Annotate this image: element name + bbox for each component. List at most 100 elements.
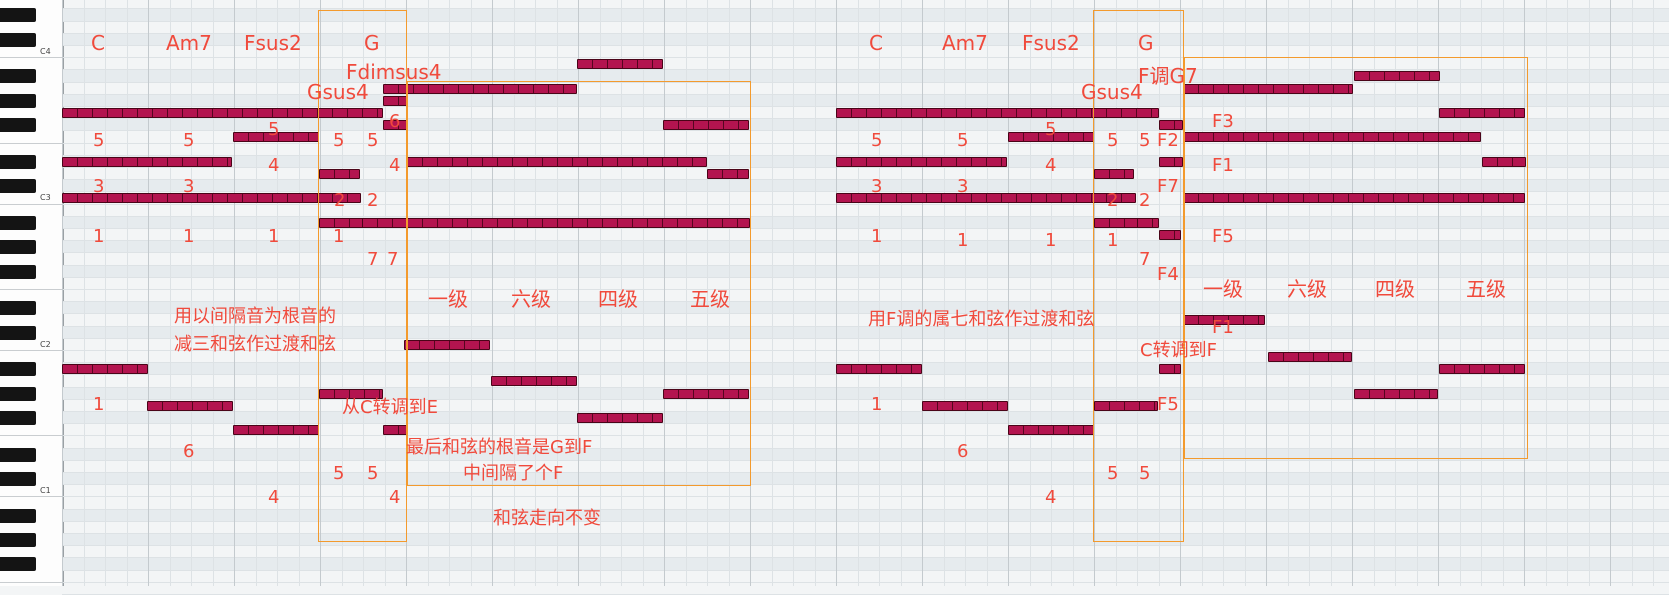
white-key-divider: [0, 350, 62, 351]
right-degree-label: 3: [871, 176, 883, 197]
right-degree-label: 1: [1045, 230, 1057, 251]
grid-row: [62, 473, 1669, 486]
right-modulation-box: [1184, 57, 1528, 459]
grid-beat-line: [1567, 0, 1568, 586]
left-degree-label: 1: [93, 226, 105, 247]
black-key[interactable]: [0, 557, 36, 572]
midi-note[interactable]: [836, 364, 922, 375]
grid-beat-line: [1072, 0, 1074, 586]
left-degree-label: 4: [268, 155, 280, 176]
midi-note[interactable]: [233, 425, 319, 436]
right-chord-fsus2: Fsus2: [1022, 31, 1080, 55]
right-degree-4: 四级: [1375, 277, 1415, 301]
grid-beat-line: [212, 0, 214, 586]
left-root-text-line1: 最后和弦的根音是G到F: [406, 437, 593, 458]
black-key[interactable]: [0, 264, 36, 279]
midi-note[interactable]: [922, 400, 1008, 411]
black-key[interactable]: [0, 179, 36, 194]
grid-row: [62, 546, 1669, 559]
left-direction-text: 和弦走向不变: [493, 508, 601, 529]
grid-row: [62, 571, 1669, 583]
midi-note[interactable]: [1008, 425, 1094, 436]
black-key[interactable]: [0, 154, 36, 169]
black-key[interactable]: [0, 301, 36, 316]
left-degree-4: 四级: [598, 287, 638, 311]
octave-label: C3: [40, 193, 51, 203]
octave-label: C1: [40, 486, 51, 496]
left-degree-label: 6: [389, 111, 401, 132]
grid-row: [62, 33, 1669, 46]
midi-note[interactable]: [577, 59, 663, 70]
right-degree-label: 5: [1107, 130, 1119, 151]
grid-row: [62, 461, 1669, 473]
left-degree-label: 4: [389, 487, 401, 508]
black-key[interactable]: [0, 362, 36, 377]
black-key[interactable]: [0, 240, 36, 255]
midi-note[interactable]: [147, 400, 233, 411]
grid-beat-line: [234, 0, 235, 586]
black-key[interactable]: [0, 93, 36, 108]
grid-beat-line: [105, 0, 106, 586]
black-key[interactable]: [0, 447, 36, 462]
grid-row: [62, 22, 1669, 34]
black-key[interactable]: [0, 508, 36, 523]
grid-row: [62, 9, 1669, 22]
black-key[interactable]: [0, 325, 36, 340]
grid-beat-line: [148, 0, 149, 586]
midi-note[interactable]: [62, 364, 148, 375]
grid-beat-line: [771, 0, 773, 586]
grid-beat-line: [900, 0, 902, 586]
right-degree-label: 5: [871, 130, 883, 151]
octave-label: C4: [40, 47, 51, 56]
right-degree-label: 5: [1139, 463, 1151, 484]
right-chord-am7: Am7: [942, 31, 988, 55]
grid-row: [62, 522, 1669, 534]
right-degree-label: 5: [1139, 130, 1151, 151]
right-f-label: F5: [1212, 226, 1234, 247]
grid-beat-line: [879, 0, 880, 586]
left-degree-label: 5: [93, 130, 105, 151]
white-key-divider: [0, 496, 62, 498]
midi-note[interactable]: [62, 156, 232, 167]
left-explanation-line1: 用以间隔音为根音的: [174, 306, 336, 327]
grid-beat-line: [1029, 0, 1031, 586]
black-key[interactable]: [0, 8, 36, 23]
right-f-label: F7: [1157, 176, 1179, 197]
black-key[interactable]: [0, 411, 36, 425]
left-degree-label: 7: [367, 249, 379, 270]
black-key[interactable]: [0, 215, 36, 230]
grid-beat-line: [83, 0, 85, 586]
right-f-label: F1: [1212, 317, 1234, 338]
octave-label: C2: [40, 339, 51, 349]
black-key[interactable]: [0, 32, 36, 47]
piano-keyboard[interactable]: C4 C3 C2 C1: [0, 0, 64, 586]
grid-beat-line: [943, 0, 945, 586]
left-modulation-text: 从C转调到E: [342, 397, 438, 418]
right-chord-c: C: [869, 31, 883, 55]
left-degree-label: 1: [183, 226, 195, 247]
black-key[interactable]: [0, 118, 36, 133]
right-f-label: F4: [1157, 264, 1179, 285]
left-degree-5: 五级: [690, 287, 730, 311]
right-chord-g: G: [1138, 31, 1154, 55]
white-key-divider: [0, 142, 62, 144]
black-key[interactable]: [0, 69, 36, 84]
right-degree-label: 1: [1107, 230, 1119, 251]
grid-beat-line: [814, 0, 816, 586]
right-degree-label: 3: [957, 176, 969, 197]
left-degree-label: 5: [333, 130, 345, 151]
black-key[interactable]: [0, 533, 36, 547]
right-degree-label: 1: [871, 226, 883, 247]
left-chord-gsus4: Gsus4: [307, 80, 369, 104]
right-modulation-text: C转调到F: [1140, 340, 1217, 361]
left-degree-label: 7: [387, 249, 399, 270]
grid-row: [62, 497, 1669, 510]
midi-note[interactable]: [62, 193, 361, 204]
grid-beat-line: [1653, 0, 1654, 586]
black-key[interactable]: [0, 472, 36, 486]
black-key[interactable]: [0, 386, 36, 401]
white-key-divider: [0, 57, 62, 59]
grid-beat-line: [793, 0, 794, 586]
left-chord-am7: Am7: [166, 31, 212, 55]
midi-note[interactable]: [836, 156, 1007, 167]
